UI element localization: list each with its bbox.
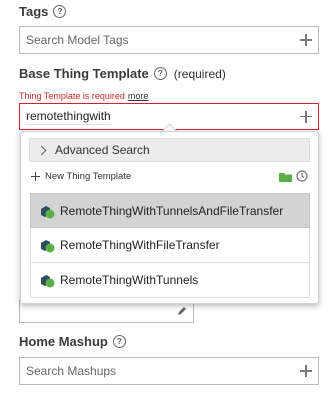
thing-template-icon xyxy=(41,275,55,288)
validation-error: Thing Template is required more xyxy=(19,91,148,101)
chevron-right-icon xyxy=(36,145,47,155)
pencil-icon[interactable] xyxy=(177,306,187,316)
mashup-placeholder: Search Mashups xyxy=(26,364,117,378)
template-dropdown: Advanced Search New Thing Template Remot… xyxy=(20,131,319,304)
required-text: (required) xyxy=(173,66,226,81)
option-label: RemoteThingWithTunnels xyxy=(60,273,199,287)
option-remotethingwithfiletransfer[interactable]: RemoteThingWithFileTransfer xyxy=(30,228,310,263)
folder-icon[interactable] xyxy=(279,171,292,182)
option-remotethingwithtunnels[interactable]: RemoteThingWithTunnels xyxy=(30,263,310,298)
tags-label-text: Tags xyxy=(19,4,49,19)
add-tag-plus-icon[interactable] xyxy=(300,34,312,46)
tags-placeholder: Search Model Tags xyxy=(26,33,129,47)
option-label: RemoteThingWithTunnelsAndFileTransfer xyxy=(60,203,284,218)
help-icon[interactable]: ? xyxy=(53,5,67,18)
new-thing-template-button[interactable]: New Thing Template xyxy=(31,171,131,182)
history-clock-icon[interactable] xyxy=(296,170,308,182)
base-template-label: Base Thing Template ? (required) xyxy=(19,66,226,81)
base-template-input-value[interactable]: remotethingwith xyxy=(26,109,111,125)
home-mashup-label-text: Home Mashup xyxy=(19,334,108,349)
thing-template-icon xyxy=(41,240,55,253)
more-link[interactable]: more xyxy=(128,91,149,101)
advanced-search-label: Advanced Search xyxy=(55,143,150,157)
new-template-label: New Thing Template xyxy=(45,171,132,182)
mashup-search-input[interactable]: Search Mashups xyxy=(19,357,319,385)
add-mashup-plus-icon[interactable] xyxy=(300,365,312,377)
tags-search-input[interactable]: Search Model Tags xyxy=(19,26,319,54)
help-icon[interactable]: ? xyxy=(153,67,167,80)
error-text: Thing Template is required xyxy=(19,91,125,101)
plus-icon xyxy=(31,172,40,181)
advanced-search-toggle[interactable]: Advanced Search xyxy=(29,138,310,162)
help-icon[interactable]: ? xyxy=(112,335,126,348)
tags-label: Tags ? xyxy=(19,4,67,19)
thing-template-icon xyxy=(41,205,55,218)
option-label: RemoteThingWithFileTransfer xyxy=(60,238,220,252)
option-remotethingwithtunnelsandfiletransfer[interactable]: RemoteThingWithTunnelsAndFileTransfer xyxy=(30,193,310,228)
add-template-plus-icon[interactable] xyxy=(300,110,312,123)
home-mashup-label: Home Mashup ? xyxy=(19,334,126,349)
base-template-label-text: Base Thing Template xyxy=(19,66,149,81)
